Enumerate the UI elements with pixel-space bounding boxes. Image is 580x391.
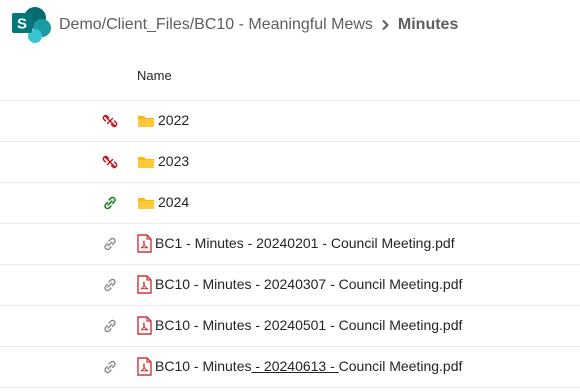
list-item-file[interactable]: BC1 - Minutes - 20240201 - Council Meeti…: [0, 224, 580, 265]
pdf-file-icon: [137, 316, 152, 335]
sharepoint-logo-icon[interactable]: S: [9, 5, 53, 45]
column-header-row: Name: [0, 50, 580, 101]
list-item-file[interactable]: BC10 - Minutes - 20240307 - Council Meet…: [0, 265, 580, 306]
link-broken-icon[interactable]: [102, 113, 118, 129]
column-header-name[interactable]: Name: [137, 68, 172, 83]
item-name[interactable]: BC10 - Minutes - 20240501 - Council Meet…: [155, 317, 462, 333]
item-name[interactable]: BC10 - Minutes - 20240613 - Council Meet…: [155, 358, 462, 374]
item-name[interactable]: 2024: [158, 194, 189, 210]
link-icon[interactable]: [102, 318, 118, 334]
breadcrumb: Demo/Client_Files/BC10 - Meaningful Mews…: [59, 14, 458, 36]
svg-text:S: S: [17, 16, 27, 33]
file-list: 2022 2023 2024 BC1 - Minutes - 20240201 …: [0, 101, 580, 388]
pdf-file-icon: [137, 275, 152, 294]
breadcrumb-current: Minutes: [397, 16, 459, 33]
folder-icon: [138, 116, 154, 127]
item-name-part-underlined: - 20240613 -: [251, 358, 339, 374]
link-icon[interactable]: [102, 359, 118, 375]
item-name[interactable]: BC10 - Minutes - 20240307 - Council Meet…: [155, 276, 462, 292]
breadcrumb-path-link[interactable]: Demo/Client_Files/BC10 - Meaningful Mews: [59, 16, 373, 34]
link-icon[interactable]: [102, 236, 118, 252]
item-name-part: BC10 - Minutes: [155, 358, 252, 374]
pdf-file-icon: [137, 234, 152, 253]
pdf-file-icon: [137, 357, 152, 376]
folder-icon: [138, 157, 154, 168]
item-name[interactable]: BC1 - Minutes - 20240201 - Council Meeti…: [155, 235, 455, 251]
list-item-file[interactable]: BC10 - Minutes - 20240613 - Council Meet…: [0, 347, 580, 388]
item-name-part: Council Meeting.pdf: [338, 358, 463, 374]
list-item-folder-2023[interactable]: 2023: [0, 142, 580, 183]
site-header: S Demo/Client_Files/BC10 - Meaningful Me…: [0, 0, 580, 50]
chevron-right-icon: [381, 19, 390, 31]
list-item-file[interactable]: BC10 - Minutes - 20240501 - Council Meet…: [0, 306, 580, 347]
list-item-folder-2024[interactable]: 2024: [0, 183, 580, 224]
list-item-folder-2022[interactable]: 2022: [0, 101, 580, 142]
folder-icon: [138, 198, 154, 209]
item-name[interactable]: 2022: [158, 112, 189, 128]
link-shared-icon[interactable]: [102, 195, 118, 211]
link-icon[interactable]: [102, 277, 118, 293]
link-broken-icon[interactable]: [102, 154, 118, 170]
item-name[interactable]: 2023: [158, 153, 189, 169]
